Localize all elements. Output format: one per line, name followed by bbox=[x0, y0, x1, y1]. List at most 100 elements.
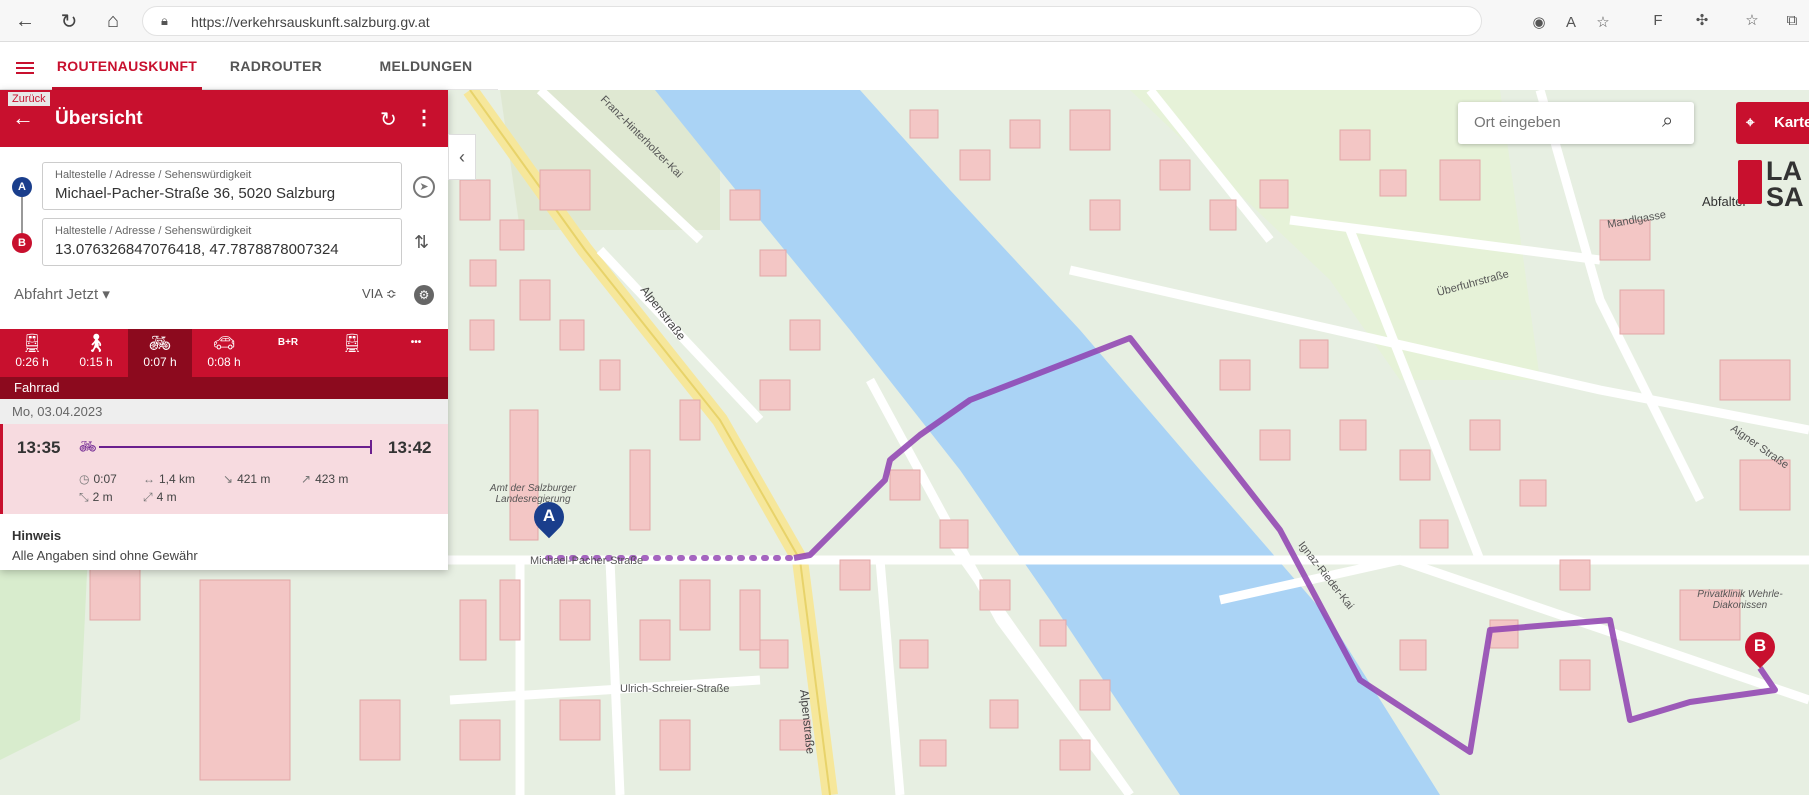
to-field-label: Haltestelle / Adresse / Sehenswürdigkeit bbox=[55, 225, 252, 237]
trip-card[interactable]: 13:35 🚲︎ 13:42 ◷ 0:07 ↔ 1,4 km ↘ 421 m ↗ 423… bbox=[0, 424, 448, 514]
to-field[interactable]: Haltestelle / Adresse / Sehenswürdigkeit… bbox=[42, 218, 402, 266]
car-icon: 🚗︎ bbox=[212, 333, 236, 353]
trip-date: Mo, 03.04.2023 bbox=[0, 399, 448, 424]
label-michael-pacher: Michael-Pacher-Straße bbox=[530, 555, 643, 567]
tab-routenauskunft[interactable]: ROUTENAUSKUNFT bbox=[52, 42, 202, 90]
panel-title: Übersicht bbox=[55, 108, 143, 129]
from-field-label: Haltestelle / Adresse / Sehenswürdigkeit bbox=[55, 169, 252, 181]
departure-select[interactable]: Abfahrt Jetzt ▾ bbox=[14, 285, 110, 303]
reload-icon[interactable]: ↻ bbox=[56, 8, 82, 34]
location-icon[interactable]: ◉ bbox=[1529, 13, 1549, 33]
mode-bike-and-ride[interactable]: B+R bbox=[256, 329, 320, 377]
to-marker: B bbox=[12, 233, 32, 253]
mode-bike[interactable]: 🚲︎ 0:07 h bbox=[128, 329, 192, 377]
puzzle-icon[interactable]: ✣ bbox=[1692, 11, 1712, 31]
duration-value: 0:07 bbox=[93, 472, 117, 486]
mode-label: Fahrrad bbox=[0, 377, 448, 399]
distance-icon: ↔ bbox=[143, 472, 155, 486]
search-box[interactable]: ⌕ bbox=[1458, 102, 1694, 144]
url-text: https://verkehrsauskunft.salzburg.gv.at bbox=[191, 14, 430, 30]
duration-stat: ◷ 0:07 bbox=[79, 472, 117, 486]
map-button-label: Karte bbox=[1774, 114, 1809, 131]
mode-walk[interactable]: 🚶︎ 0:15 h bbox=[64, 329, 128, 377]
salzburg-logo: LA SA bbox=[1738, 158, 1809, 214]
mode-time: 0:07 h bbox=[143, 355, 177, 369]
mode-car[interactable]: 🚗︎ 0:08 h bbox=[192, 329, 256, 377]
label-privatklinik: Privatklinik Wehrle-Diakonissen bbox=[1697, 589, 1783, 611]
route-connector bbox=[21, 197, 23, 233]
pin-b-label: B bbox=[1753, 636, 1767, 655]
from-marker: A bbox=[12, 177, 32, 197]
distance-value: 1,4 km bbox=[159, 472, 196, 486]
trip-timeline bbox=[99, 446, 371, 448]
bike-icon: 🚲︎ bbox=[148, 333, 172, 353]
label-amt: Amt der Salzburger Landesregierung bbox=[489, 483, 577, 505]
back-label[interactable]: Zurück bbox=[8, 92, 50, 106]
pin-a[interactable]: A bbox=[527, 495, 571, 542]
tab-meldungen[interactable]: MELDUNGEN bbox=[370, 42, 482, 90]
trip-timeline-end bbox=[370, 440, 372, 454]
clock-icon: ◷ bbox=[79, 472, 90, 486]
distance-stat: ↔ 1,4 km bbox=[143, 472, 195, 486]
label-ulrich: Ulrich-Schreier-Straße bbox=[620, 683, 729, 695]
up-stat: ⤢ 4 m bbox=[143, 490, 177, 505]
collapse-panel-button[interactable]: ‹ bbox=[448, 134, 476, 180]
tab-radrouter[interactable]: RADROUTER bbox=[220, 42, 332, 90]
hint-title: Hinweis bbox=[12, 528, 62, 543]
app-navigation: ROUTENAUSKUNFT RADROUTER MELDUNGEN bbox=[0, 42, 498, 90]
coat-of-arms-icon bbox=[1738, 160, 1762, 204]
from-field[interactable]: Haltestelle / Adresse / Sehenswürdigkeit… bbox=[42, 162, 402, 210]
read-aloud-icon[interactable]: A bbox=[1561, 13, 1581, 33]
trip-departure-time: 13:35 bbox=[17, 438, 61, 457]
route-panel: Zurück ← Übersicht ↻ ⋮ A B Haltestelle /… bbox=[0, 90, 448, 570]
logo-text: LA SA bbox=[1766, 156, 1804, 212]
mode-bar: 🚆︎ 0:26 h 🚶︎ 0:15 h 🚲︎ 0:07 h 🚗︎ 0:08 h … bbox=[0, 329, 448, 377]
lock-icon: 🔒︎ bbox=[161, 13, 168, 28]
mode-time: 0:08 h bbox=[207, 355, 241, 369]
train-bike-icon: 🚆︎ bbox=[340, 333, 364, 353]
map-button[interactable]: ⌖ Karte bbox=[1736, 102, 1809, 144]
extension-icon[interactable]: F bbox=[1648, 11, 1668, 31]
swap-icon[interactable]: ⇅ bbox=[414, 232, 429, 253]
descent-icon: ↘ bbox=[223, 472, 234, 486]
mode-time: 0:15 h bbox=[79, 355, 113, 369]
pin-a-label: A bbox=[542, 506, 556, 525]
pin-b[interactable]: B bbox=[1738, 625, 1782, 672]
more-options-icon[interactable]: ⋮ bbox=[414, 105, 434, 130]
address-bar[interactable]: 🔒︎ https://verkehrsauskunft.salzburg.gv.… bbox=[142, 6, 1610, 36]
down-value: 2 m bbox=[92, 490, 113, 504]
mode-public-transport[interactable]: 🚆︎ 0:26 h bbox=[0, 329, 64, 377]
map-pin-icon: ⌖ bbox=[1746, 114, 1755, 131]
locate-icon[interactable]: ➤ bbox=[413, 176, 435, 198]
collections-icon[interactable]: ⧉ bbox=[1782, 11, 1802, 31]
from-field-value[interactable]: Michael-Pacher-Straße 36, 5020 Salzburg bbox=[55, 185, 335, 202]
settings-gear-icon[interactable]: ⚙ bbox=[414, 285, 434, 305]
descent-stat: ↘ 421 m bbox=[223, 472, 270, 486]
more-icon: ••• bbox=[410, 337, 422, 348]
search-icon[interactable]: ⌕ bbox=[1662, 110, 1673, 133]
refresh-icon[interactable]: ↻ bbox=[380, 107, 397, 132]
trip-arrival-time: 13:42 bbox=[388, 438, 432, 457]
to-field-value[interactable]: 13.076326847076418, 47.7878878007324 bbox=[55, 241, 339, 258]
mode-train-bike[interactable]: 🚆︎ bbox=[320, 329, 384, 377]
down-icon: ⤡ bbox=[79, 490, 89, 504]
search-input[interactable] bbox=[1472, 113, 1652, 132]
train-icon: 🚆︎ bbox=[20, 333, 44, 353]
mode-more[interactable]: ••• bbox=[384, 329, 448, 377]
trip-bike-icon: 🚲︎ bbox=[79, 438, 97, 454]
hint-text: Alle Angaben sind ohne Gewähr bbox=[12, 548, 198, 563]
home-icon[interactable]: ⌂ bbox=[100, 8, 126, 34]
descent-value: 421 m bbox=[237, 472, 271, 486]
back-icon[interactable]: ← bbox=[12, 8, 38, 34]
up-value: 4 m bbox=[156, 490, 177, 504]
favorite-icon[interactable]: ☆ bbox=[1593, 13, 1613, 33]
browser-toolbar: ← ↻ ⌂ 🔒︎ https://verkehrsauskunft.salzbu… bbox=[0, 0, 1809, 42]
ascent-icon: ↗ bbox=[301, 472, 312, 486]
menu-icon[interactable] bbox=[16, 62, 34, 74]
down-stat: ⤡ 2 m bbox=[79, 490, 113, 505]
park-ride-label: B+R bbox=[277, 337, 299, 348]
back-arrow-icon[interactable]: ← bbox=[12, 105, 34, 131]
via-button[interactable]: VIA ≎ bbox=[362, 286, 397, 302]
panel-header: Zurück ← Übersicht ↻ ⋮ bbox=[0, 90, 448, 147]
favorites-list-icon[interactable]: ☆ bbox=[1742, 11, 1762, 31]
